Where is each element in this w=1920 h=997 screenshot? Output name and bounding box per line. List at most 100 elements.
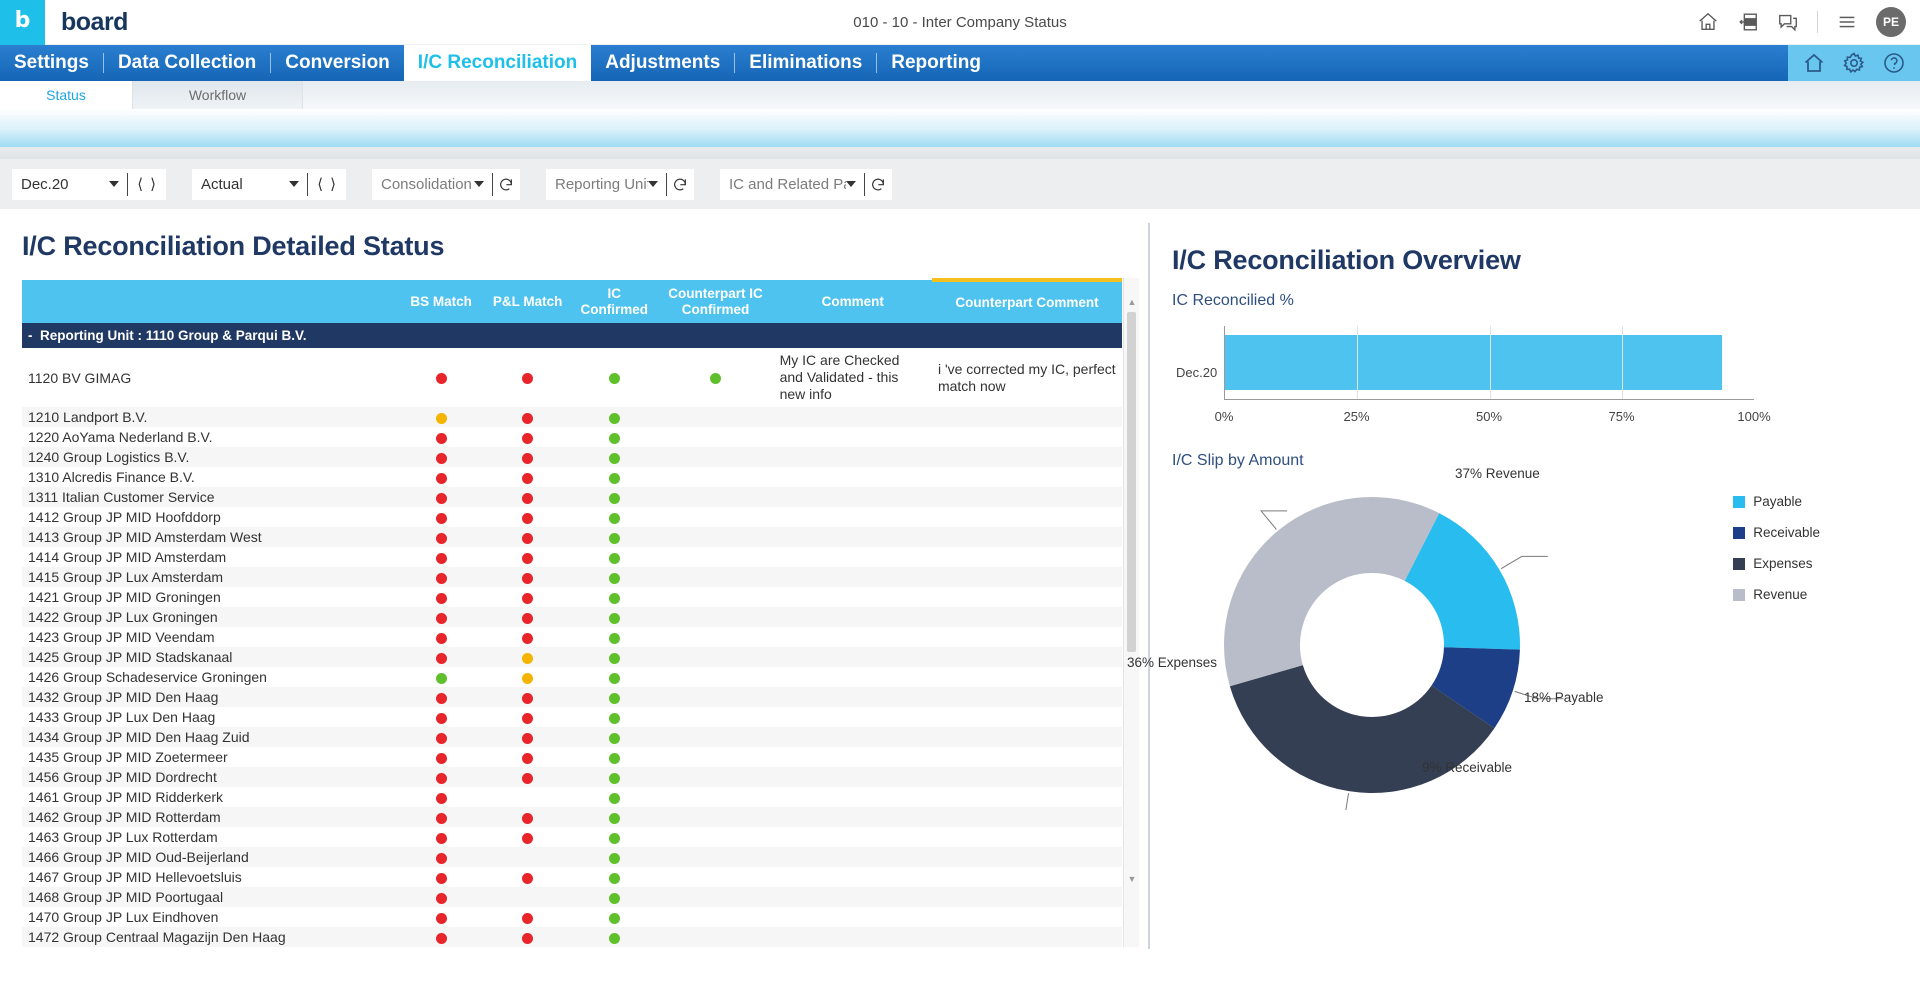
tab-workflow[interactable]: Workflow	[133, 81, 303, 109]
table-row[interactable]: 1422 Group JP Lux Groningen	[22, 607, 1122, 627]
group-row-cell[interactable]: -Reporting Unit : 1110 Group & Parqui B.…	[22, 323, 1122, 348]
nav-item-ic-reconciliation[interactable]: I/C Reconciliation	[404, 45, 591, 81]
column-header-counterpart-ic-confirmed[interactable]: Counterpart IC Confirmed	[658, 280, 774, 323]
table-row[interactable]: 1310 Alcredis Finance B.V.	[22, 467, 1122, 487]
filter-ic-and-related-parties[interactable]: IC and Related Parti	[720, 169, 892, 200]
scroll-down-icon[interactable]: ▼	[1124, 871, 1140, 887]
home-icon[interactable]	[1802, 51, 1826, 75]
table-row[interactable]: 1432 Group JP MID Den Haag	[22, 687, 1122, 707]
reset-icon[interactable]	[667, 170, 693, 199]
prev-arrow-icon[interactable]: ⟨	[317, 175, 323, 193]
table-row[interactable]: 1426 Group Schadeservice Groningen	[22, 667, 1122, 687]
filter-consolidation-node-placeholder[interactable]: Consolidation Node	[373, 170, 474, 199]
table-row[interactable]: 1240 Group Logistics B.V.	[22, 447, 1122, 467]
cell-ic-confirmed	[571, 907, 658, 927]
table-row[interactable]: 1120 BV GIMAGMy IC are Checked and Valid…	[22, 348, 1122, 407]
chevron-down-icon[interactable]	[109, 170, 127, 199]
ic-slip-by-amount-donut-chart[interactable]: PayableReceivableExpensesRevenue 18% Pay…	[1172, 480, 1812, 840]
filter-scenario-steppers[interactable]: ⟨ ⟩	[308, 170, 345, 199]
column-header-name[interactable]	[22, 280, 398, 323]
filter-consolidation-node[interactable]: Consolidation Node	[372, 169, 520, 200]
table-row[interactable]: 1467 Group JP MID Hellevoetsluis	[22, 867, 1122, 887]
help-icon[interactable]	[1882, 51, 1906, 75]
next-arrow-icon[interactable]: ⟩	[330, 175, 336, 193]
gear-icon[interactable]	[1842, 51, 1866, 75]
legend-item[interactable]: Expenses	[1733, 556, 1820, 571]
left-panel-title: I/C Reconciliation Detailed Status	[22, 231, 1148, 262]
column-header-ic-confirmed[interactable]: IC Confirmed	[571, 280, 658, 323]
nav-item-settings[interactable]: Settings	[0, 45, 103, 81]
filter-period-steppers[interactable]: ⟨ ⟩	[128, 170, 165, 199]
nav-item-conversion[interactable]: Conversion	[271, 45, 404, 81]
chevron-down-icon[interactable]	[289, 170, 307, 199]
table-row[interactable]: 1220 AoYama Nederland B.V.	[22, 427, 1122, 447]
cell-pl-match	[484, 807, 571, 827]
filter-scenario[interactable]: Actual ⟨ ⟩	[192, 169, 346, 200]
table-row[interactable]: 1425 Group JP MID Stadskanaal	[22, 647, 1122, 667]
filter-reporting-unit[interactable]: Reporting Unit	[546, 169, 694, 200]
scrollbar-thumb[interactable]	[1127, 312, 1136, 652]
column-header-comment[interactable]: Comment	[774, 280, 932, 323]
collapse-icon[interactable]: -	[28, 328, 40, 343]
layout-icon[interactable]	[1737, 11, 1759, 33]
tab-status[interactable]: Status	[0, 81, 133, 109]
app-logo-tile[interactable]: b	[0, 0, 45, 45]
nav-item-data-collection[interactable]: Data Collection	[104, 45, 270, 81]
chevron-down-icon[interactable]	[474, 170, 492, 199]
prev-arrow-icon[interactable]: ⟨	[137, 175, 143, 193]
reset-icon[interactable]	[493, 170, 519, 199]
table-row[interactable]: 1472 Group Centraal Magazijn Den Haag	[22, 927, 1122, 947]
next-arrow-icon[interactable]: ⟩	[150, 175, 156, 193]
nav-item-reporting[interactable]: Reporting	[877, 45, 995, 81]
status-dot-green	[609, 753, 620, 764]
filter-period-value[interactable]: Dec.20	[13, 170, 109, 199]
ic-reconciled-bar-chart[interactable]: Dec.20 0%25%50%75%100%	[1176, 320, 1794, 428]
table-row[interactable]: 1468 Group JP MID Poortugaal	[22, 887, 1122, 907]
status-dot-red	[522, 933, 533, 944]
legend-item[interactable]: Receivable	[1733, 525, 1820, 540]
cell-comment	[774, 927, 932, 947]
table-scrollbar[interactable]: ▲ ▼	[1123, 278, 1139, 947]
chevron-down-icon[interactable]	[846, 170, 864, 199]
table-row[interactable]: 1461 Group JP MID Ridderkerk	[22, 787, 1122, 807]
avatar[interactable]: PE	[1876, 7, 1906, 37]
column-header-bs-match[interactable]: BS Match	[398, 280, 485, 323]
table-row[interactable]: 1470 Group JP Lux Eindhoven	[22, 907, 1122, 927]
chat-icon[interactable]	[1777, 11, 1799, 33]
table-row[interactable]: 1466 Group JP MID Oud-Beijerland	[22, 847, 1122, 867]
filter-scenario-value[interactable]: Actual	[193, 170, 289, 199]
hamburger-icon[interactable]	[1836, 11, 1858, 33]
column-header-pl-match[interactable]: P&L Match	[484, 280, 571, 323]
home-icon[interactable]	[1697, 11, 1719, 33]
column-header-counterpart-comment[interactable]: Counterpart Comment	[932, 280, 1122, 323]
group-row[interactable]: -Reporting Unit : 1110 Group & Parqui B.…	[22, 323, 1122, 348]
legend-item[interactable]: Payable	[1733, 494, 1820, 509]
table-row[interactable]: 1412 Group JP MID Hoofddorp	[22, 507, 1122, 527]
table-row[interactable]: 1415 Group JP Lux Amsterdam	[22, 567, 1122, 587]
scroll-up-icon[interactable]: ▲	[1124, 294, 1140, 310]
filter-period[interactable]: Dec.20 ⟨ ⟩	[12, 169, 166, 200]
table-row[interactable]: 1435 Group JP MID Zoetermeer	[22, 747, 1122, 767]
reset-icon[interactable]	[865, 170, 891, 199]
cell-comment	[774, 547, 932, 567]
table-row[interactable]: 1463 Group JP Lux Rotterdam	[22, 827, 1122, 847]
filter-reporting-unit-placeholder[interactable]: Reporting Unit	[547, 170, 648, 199]
table-row[interactable]: 1414 Group JP MID Amsterdam	[22, 547, 1122, 567]
nav-item-adjustments[interactable]: Adjustments	[591, 45, 734, 81]
table-row[interactable]: 1434 Group JP MID Den Haag Zuid	[22, 727, 1122, 747]
chevron-down-icon[interactable]	[648, 170, 666, 199]
legend-item[interactable]: Revenue	[1733, 587, 1820, 602]
cell-bs-match	[398, 847, 485, 867]
filter-ic-and-related-parties-placeholder[interactable]: IC and Related Parti	[721, 170, 846, 199]
table-row[interactable]: 1462 Group JP MID Rotterdam	[22, 807, 1122, 827]
donut-slice-revenue[interactable]	[1224, 497, 1439, 686]
table-row[interactable]: 1423 Group JP MID Veendam	[22, 627, 1122, 647]
table-row[interactable]: 1456 Group JP MID Dordrecht	[22, 767, 1122, 787]
table-row[interactable]: 1210 Landport B.V.	[22, 407, 1122, 427]
table-row[interactable]: 1433 Group JP Lux Den Haag	[22, 707, 1122, 727]
table-row[interactable]: 1413 Group JP MID Amsterdam West	[22, 527, 1122, 547]
table-row[interactable]: 1421 Group JP MID Groningen	[22, 587, 1122, 607]
nav-item-eliminations[interactable]: Eliminations	[735, 45, 876, 81]
table-row[interactable]: 1311 Italian Customer Service	[22, 487, 1122, 507]
bar-chart-bar[interactable]	[1225, 335, 1722, 390]
